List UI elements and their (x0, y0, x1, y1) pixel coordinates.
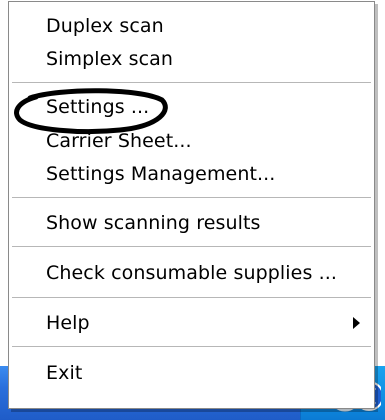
menu-separator (12, 297, 371, 299)
menu-item-label: Exit (46, 362, 83, 384)
menu-item-label: Simplex scan (46, 48, 174, 70)
menu-item-settings-management[interactable]: Settings Management... (9, 159, 374, 189)
submenu-arrow-icon (353, 317, 360, 329)
menu-separator (12, 197, 371, 199)
menu-item-carrier-sheet[interactable]: Carrier Sheet... (9, 126, 374, 156)
menu-item-check-consumable-supplies[interactable]: Check consumable supplies ... (9, 258, 374, 288)
menu-item-label: Help (46, 312, 90, 334)
menu-item-settings[interactable]: Settings ... (9, 92, 374, 122)
menu-item-label: Carrier Sheet... (46, 130, 192, 152)
menu-separator (12, 82, 371, 84)
menu-item-duplex-scan[interactable]: Duplex scan (9, 11, 374, 41)
menu-item-label: Show scanning results (46, 212, 261, 234)
menu-item-label: Settings Management... (46, 163, 276, 185)
menu-item-help[interactable]: Help (9, 308, 374, 338)
menu-separator (12, 246, 371, 248)
menu-separator (12, 346, 371, 348)
menu-item-label: Duplex scan (46, 15, 164, 37)
screen: EN Duplex scan Simplex scan Settings ...… (0, 0, 385, 420)
menu-item-exit[interactable]: Exit (9, 358, 374, 388)
menu-item-label: Check consumable supplies ... (46, 262, 338, 284)
menu-item-label: Settings ... (46, 96, 150, 118)
menu-item-simplex-scan[interactable]: Simplex scan (9, 44, 374, 74)
context-menu: Duplex scan Simplex scan Settings ... Ca… (8, 1, 375, 409)
menu-item-show-scanning-results[interactable]: Show scanning results (9, 208, 374, 238)
